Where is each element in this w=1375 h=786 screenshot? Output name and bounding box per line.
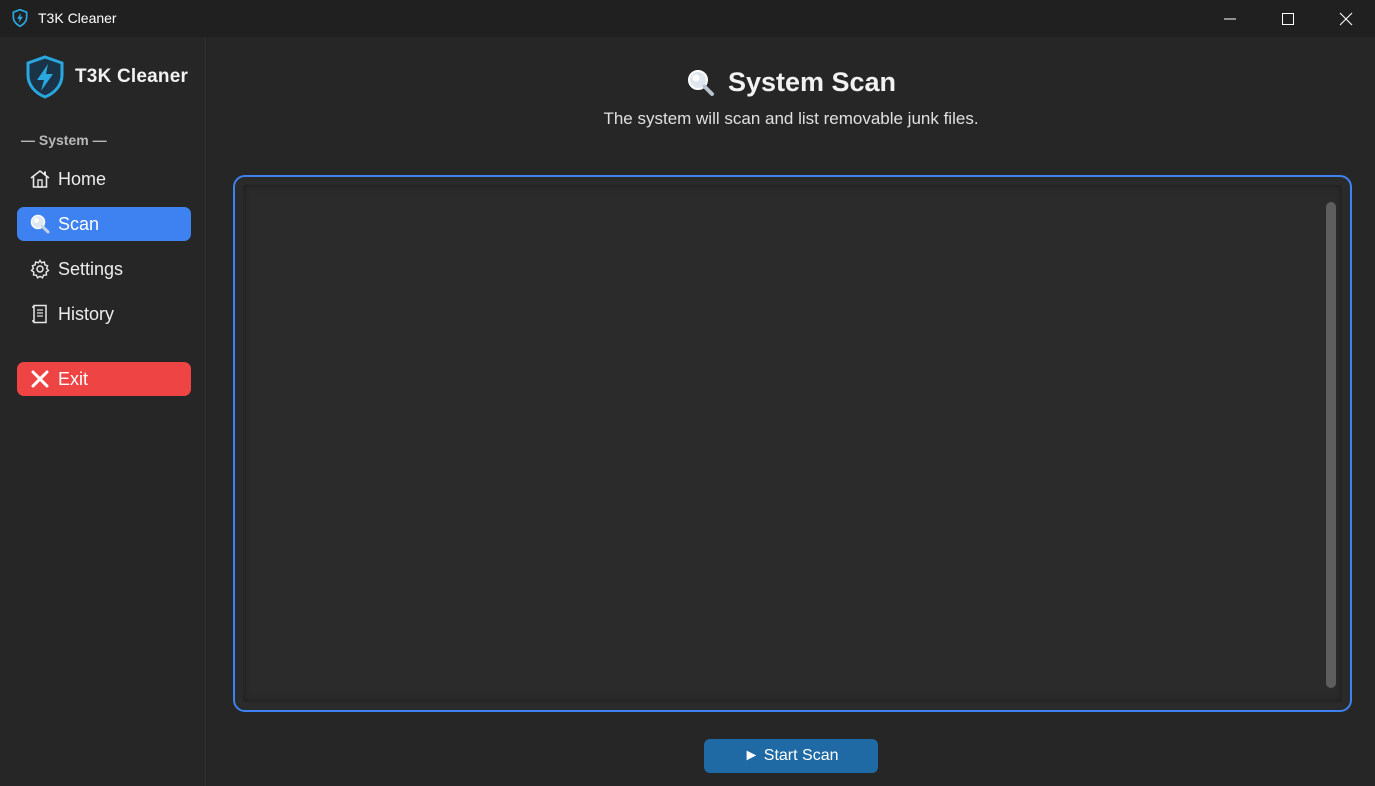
title-bar: T3K Cleaner bbox=[0, 0, 1375, 37]
scan-results-panel bbox=[233, 175, 1352, 712]
gear-icon bbox=[29, 258, 51, 280]
scrollbar[interactable] bbox=[1326, 202, 1336, 688]
sidebar-item-label: Home bbox=[58, 168, 107, 189]
sidebar-item-label: History bbox=[58, 303, 115, 324]
main-content: System Scan The system will scan and lis… bbox=[207, 37, 1375, 786]
minimize-button[interactable] bbox=[1201, 0, 1259, 37]
sidebar-item-label: Scan bbox=[58, 213, 100, 234]
sidebar-item-label: Settings bbox=[58, 258, 124, 279]
exit-button[interactable]: Exit bbox=[17, 362, 191, 396]
section-label: — System — bbox=[21, 132, 107, 148]
page-header: System Scan The system will scan and lis… bbox=[207, 67, 1375, 129]
sidebar: T3K Cleaner — System — Home Scan Setting… bbox=[0, 37, 206, 786]
scrollbar-thumb[interactable] bbox=[1326, 202, 1336, 688]
scroll-icon bbox=[29, 303, 51, 325]
sidebar-item-settings[interactable]: Settings bbox=[17, 252, 191, 286]
maximize-icon bbox=[1282, 12, 1294, 25]
brand-name: T3K Cleaner bbox=[75, 66, 189, 87]
page-subtitle: The system will scan and list removable … bbox=[603, 109, 979, 128]
shield-bolt-logo-icon bbox=[26, 55, 64, 99]
brand: T3K Cleaner bbox=[24, 55, 188, 99]
app-window: T3K Cleaner T3K Cleaner — System — Home … bbox=[0, 0, 1375, 786]
close-x-icon bbox=[29, 368, 51, 390]
start-scan-button[interactable]: ► Start Scan bbox=[704, 739, 878, 773]
scan-results-list bbox=[243, 185, 1342, 702]
maximize-button[interactable] bbox=[1259, 0, 1317, 37]
magnifier-icon bbox=[687, 69, 714, 96]
sidebar-item-home[interactable]: Home bbox=[17, 162, 191, 196]
minimize-icon bbox=[1224, 18, 1236, 19]
window-title: T3K Cleaner bbox=[38, 10, 117, 26]
page-title: System Scan bbox=[727, 67, 897, 97]
magnifier-icon bbox=[29, 213, 51, 235]
close-button[interactable] bbox=[1317, 0, 1375, 37]
sidebar-item-history[interactable]: History bbox=[17, 297, 191, 331]
shield-bolt-icon bbox=[12, 8, 28, 28]
close-icon bbox=[1339, 12, 1353, 25]
exit-label: Exit bbox=[58, 368, 89, 389]
home-icon bbox=[29, 168, 51, 190]
sidebar-item-scan[interactable]: Scan bbox=[17, 207, 191, 241]
